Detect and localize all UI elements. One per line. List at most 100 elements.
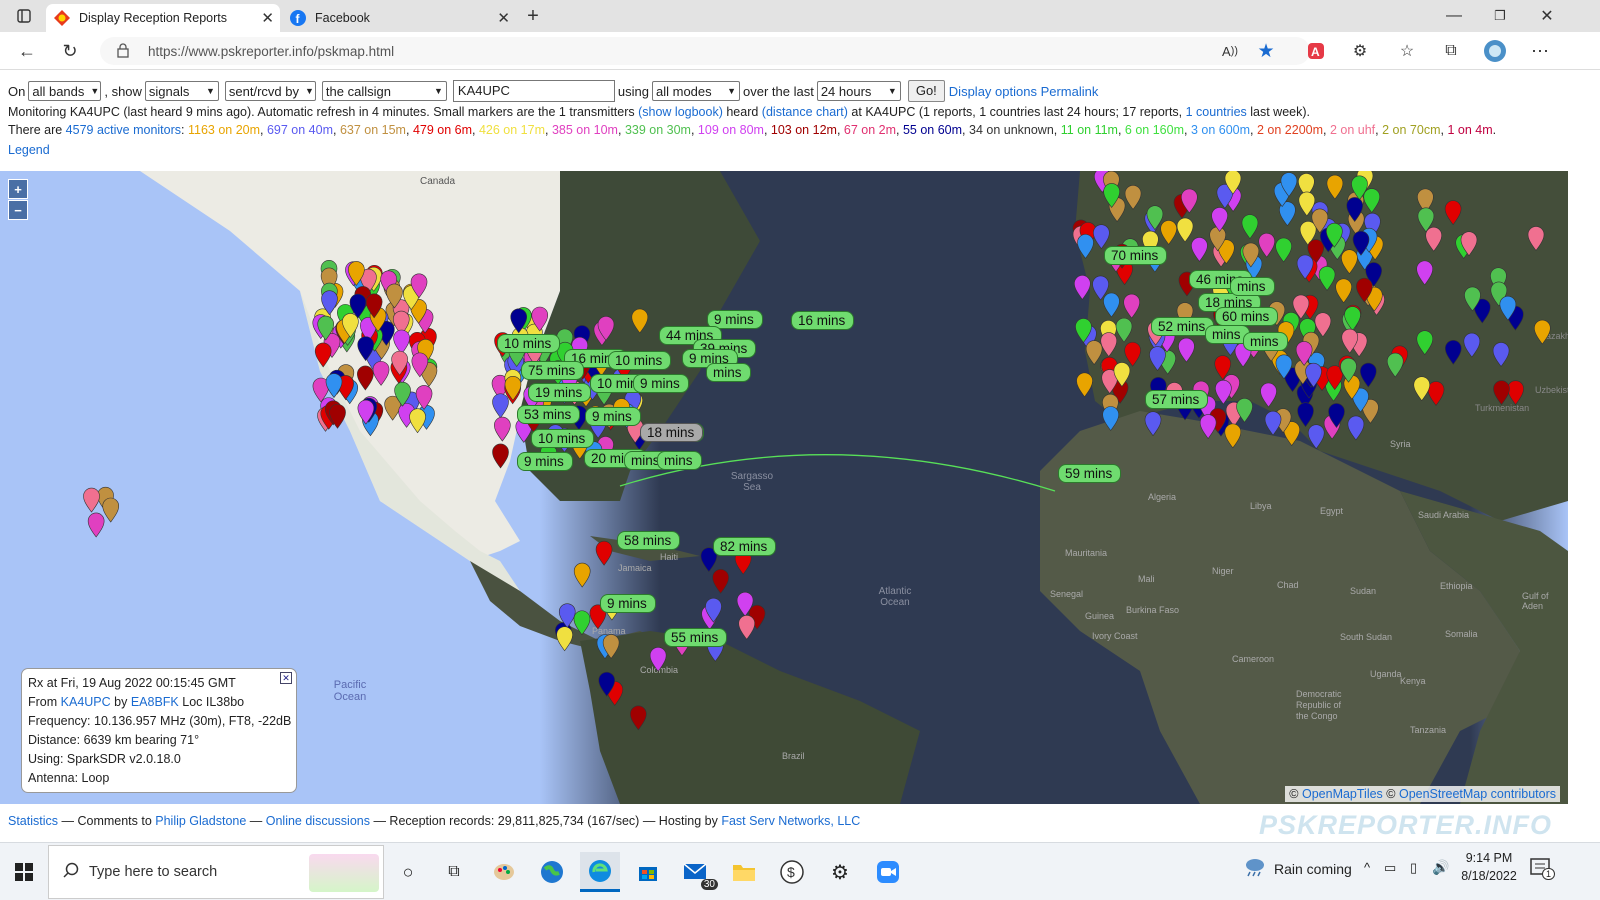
receiver-pin[interactable] [1341, 249, 1358, 275]
display-options-link[interactable]: Display options [949, 84, 1037, 99]
receiver-pin[interactable] [1123, 293, 1140, 319]
receiver-pin[interactable] [1335, 278, 1352, 304]
receiver-pin[interactable] [1427, 381, 1445, 406]
time-marker[interactable]: mins [1230, 277, 1275, 296]
receiver-pin[interactable] [1124, 185, 1142, 210]
receiver-pin[interactable] [1444, 340, 1462, 365]
receiver-pin[interactable] [1444, 200, 1462, 226]
more-menu-icon[interactable]: ⋯ [1526, 37, 1554, 65]
page-scrollbar[interactable] [1568, 171, 1600, 804]
receiver-pin[interactable] [1326, 174, 1344, 200]
receiver-pin[interactable] [1093, 224, 1110, 250]
receiver-pin[interactable] [573, 610, 591, 636]
edge-icon[interactable] [580, 852, 620, 892]
new-tab-icon[interactable]: + [519, 2, 547, 30]
time-marker[interactable]: 53 mins [517, 405, 581, 424]
task-view-icon[interactable]: ⧉ [434, 852, 474, 892]
windows-start-icon[interactable] [4, 852, 44, 892]
go-button[interactable]: Go! [907, 80, 945, 102]
tab-actions-icon[interactable] [10, 2, 38, 30]
mail-icon[interactable]: 30 [676, 852, 718, 892]
receiver-pin[interactable] [1103, 292, 1120, 318]
receiver-pin[interactable] [1102, 406, 1120, 432]
bands-select[interactable]: all bands ▼ [28, 81, 102, 101]
receiver-pin[interactable] [1386, 352, 1404, 378]
store-icon[interactable] [628, 852, 668, 892]
refresh-icon[interactable]: ↻ [56, 37, 84, 65]
receiver-pin[interactable] [87, 512, 105, 538]
close-tab-icon[interactable]: ✕ [261, 9, 274, 27]
permalink-link[interactable]: Permalink [1041, 84, 1099, 99]
receiver-pin[interactable] [1347, 415, 1365, 441]
time-marker[interactable]: 9 mins [585, 407, 641, 426]
online-discussions-link[interactable]: Online discussions [266, 814, 370, 828]
network-icon[interactable]: ▭ [1384, 860, 1396, 876]
globe-app-icon[interactable] [532, 852, 572, 892]
receiver-pin[interactable] [1527, 226, 1545, 251]
time-marker[interactable]: 9 mins [633, 374, 689, 393]
zoom-app-icon[interactable] [868, 852, 908, 892]
time-marker[interactable]: 55 mins [664, 628, 728, 647]
extensions-puzzle-icon[interactable]: ⚙ [1346, 37, 1374, 65]
openstreetmap-link[interactable]: OpenStreetMap contributors [1399, 787, 1556, 801]
tab-display-reception-reports[interactable]: Display Reception Reports ✕ [46, 4, 280, 32]
time-marker[interactable]: mins [657, 451, 702, 470]
receiver-pin[interactable] [1507, 380, 1524, 406]
read-aloud-icon[interactable]: A)) [1216, 37, 1244, 65]
receiver-pin[interactable] [1314, 312, 1332, 338]
back-icon[interactable]: ← [13, 37, 41, 65]
receiver-pin[interactable] [1463, 332, 1481, 358]
distance-chart-link[interactable]: (distance chart) [762, 105, 848, 119]
receiver-pin[interactable] [738, 615, 756, 640]
receiver-pin[interactable] [1100, 332, 1118, 358]
receiver-pin[interactable] [1425, 227, 1443, 252]
close-icon[interactable]: ✕ [1533, 2, 1561, 30]
receiver-pin[interactable] [492, 443, 509, 469]
receiver-pin[interactable] [409, 408, 426, 434]
receiver-pin[interactable] [712, 569, 729, 594]
favorite-star-icon[interactable]: ★ [1252, 37, 1280, 65]
receiver-pin[interactable] [1260, 382, 1277, 408]
restore-icon[interactable]: ❐ [1486, 2, 1514, 30]
receiver-pin[interactable] [1224, 423, 1242, 449]
time-marker[interactable]: 10 mins [531, 429, 595, 448]
receiver-pin[interactable] [1534, 319, 1551, 345]
legend-link[interactable]: Legend [8, 143, 50, 157]
callsign-input[interactable]: KA4UPC [452, 80, 615, 102]
time-marker[interactable]: mins [1243, 332, 1288, 351]
time-marker[interactable]: 18 mins [640, 423, 704, 442]
settings-gear-icon[interactable]: ⚙ [820, 852, 860, 892]
time-marker[interactable]: 57 mins [1145, 390, 1209, 409]
receiver-pin[interactable] [1115, 317, 1133, 343]
time-marker[interactable]: 59 mins [1058, 464, 1122, 483]
weather-widget[interactable]: Rain coming [1244, 857, 1352, 880]
money-app-icon[interactable]: $ [772, 852, 812, 892]
modes-select[interactable]: all modes ▼ [652, 81, 740, 101]
popup-from-call-link[interactable]: KA4UPC [61, 695, 111, 709]
direction-select[interactable]: sent/rcvd by ▼ [224, 81, 316, 101]
file-explorer-icon[interactable] [724, 852, 764, 892]
receiver-pin[interactable] [1307, 424, 1325, 450]
receiver-pin[interactable] [1363, 188, 1381, 214]
receiver-pin[interactable] [631, 308, 649, 334]
fast-serv-link[interactable]: Fast Serv Networks, LLC [721, 814, 860, 828]
time-marker[interactable]: 58 mins [617, 531, 681, 550]
receiver-pin[interactable] [1178, 337, 1195, 363]
receiver-pin[interactable] [649, 647, 667, 672]
receiver-pin[interactable] [630, 705, 647, 731]
receiver-pin[interactable] [325, 373, 343, 399]
receiver-pin[interactable] [504, 376, 522, 401]
show-logbook-link[interactable]: (show logbook) [638, 105, 723, 119]
time-marker[interactable]: 82 mins [713, 537, 777, 556]
receiver-pin[interactable] [372, 361, 390, 386]
favorites-icon[interactable]: ☆ [1393, 37, 1421, 65]
receiver-pin[interactable] [357, 365, 374, 391]
time-marker[interactable]: mins [706, 363, 751, 382]
receiver-pin[interactable] [556, 626, 573, 652]
receiver-pin[interactable] [1318, 266, 1336, 291]
time-marker[interactable]: 10 mins [608, 351, 672, 370]
volume-icon[interactable]: 🔊 [1432, 859, 1449, 876]
receiver-pin[interactable] [1264, 410, 1282, 436]
active-monitors-link[interactable]: 4579 active monitors [66, 123, 181, 137]
paint-icon[interactable] [484, 852, 524, 892]
